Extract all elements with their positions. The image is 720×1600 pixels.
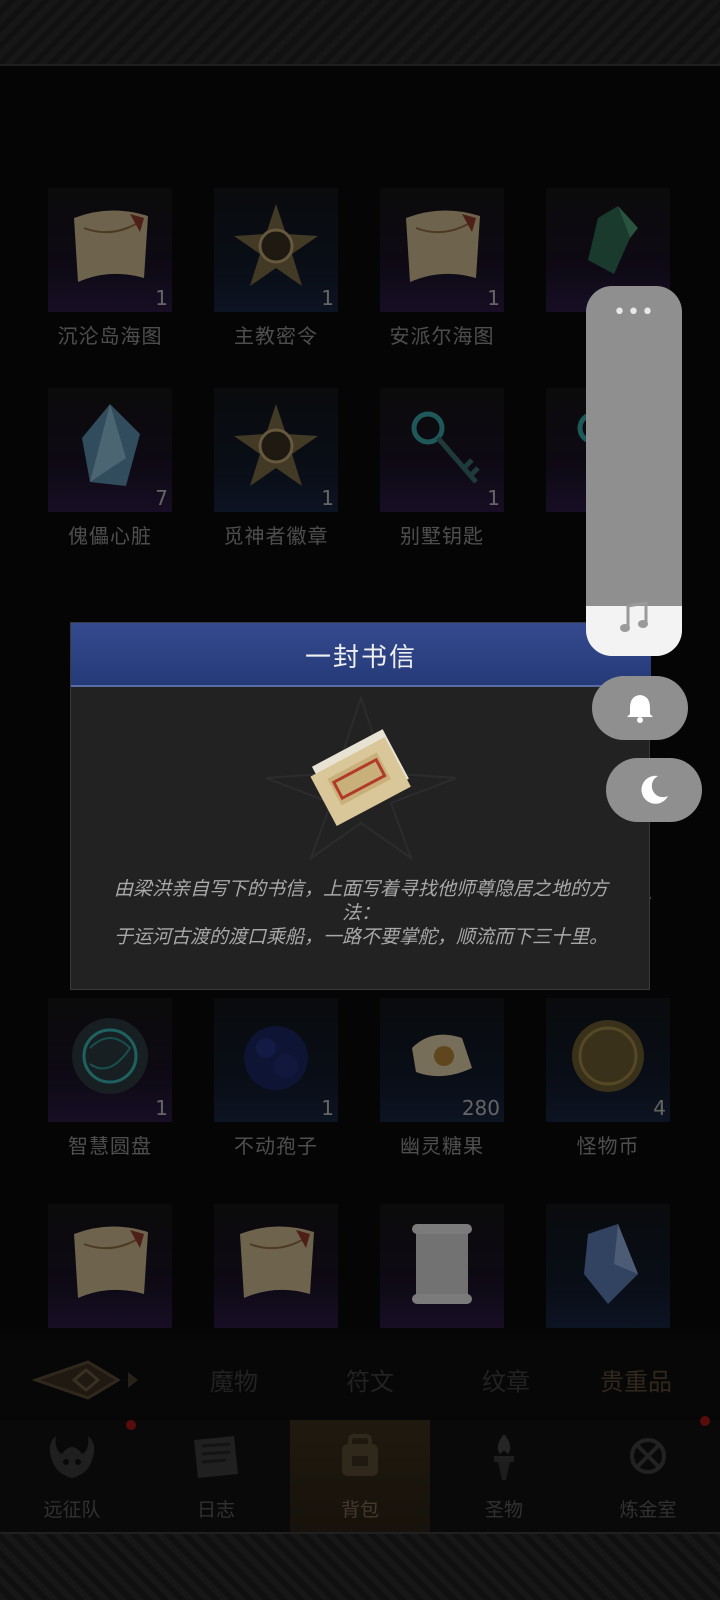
description-line-1: 由梁洪亲自写下的书信，上面写着寻找他师尊隐居之地的方法： bbox=[113, 878, 608, 924]
nav-alchemy[interactable]: 炼金室 bbox=[578, 1416, 718, 1532]
crystal-blue-icon bbox=[82, 404, 140, 486]
item-name: 别墅钥匙 bbox=[400, 524, 484, 548]
description-line-2: 于运河古渡的渡口乘船，一路不要掌舵，顺流而下三十里。 bbox=[113, 926, 608, 948]
item-count: 1 bbox=[321, 1096, 334, 1120]
item-name: 幽灵糖果 bbox=[400, 1134, 484, 1158]
item-count: 1 bbox=[155, 1096, 168, 1120]
item-name: 傀儡心脏 bbox=[68, 524, 152, 548]
item-count: 1 bbox=[487, 486, 500, 510]
category-arrow-icon[interactable] bbox=[0, 1352, 140, 1408]
disc-icon bbox=[72, 1018, 148, 1094]
item-detail-dialog: 一封书信 由梁洪亲自写下的书信，上面写着寻找他师尊隐居之地的方法： 于运河古渡的… bbox=[70, 622, 651, 990]
item-name: 智慧圆盘 bbox=[68, 1134, 152, 1158]
bottom-ornament-bar bbox=[0, 1532, 720, 1600]
item-name: 觅神者徽章 bbox=[223, 524, 329, 548]
inventory-slot[interactable]: 1 bbox=[214, 998, 338, 1122]
music-note-icon[interactable] bbox=[618, 600, 652, 634]
inventory-slot[interactable]: 1 bbox=[380, 388, 504, 512]
star-icon bbox=[234, 204, 318, 286]
inventory-slot[interactable]: 1 bbox=[214, 188, 338, 312]
more-options-icon[interactable]: ••• bbox=[586, 300, 682, 325]
notification-dot bbox=[700, 1416, 710, 1426]
nav-journal[interactable]: 日志 bbox=[146, 1420, 286, 1532]
item-count: 1 bbox=[155, 286, 168, 310]
floating-volume-panel[interactable]: ••• bbox=[586, 286, 682, 656]
item-count: 280 bbox=[461, 1096, 500, 1120]
item-name: 沉沦岛海图 bbox=[57, 324, 163, 348]
dialog-title: 一封书信 bbox=[304, 643, 417, 673]
letter-icon bbox=[310, 729, 411, 827]
map-icon bbox=[240, 1226, 314, 1298]
category-tabs: 魔物 符文 纹章 贵重品 bbox=[0, 1340, 720, 1416]
tab-monster[interactable]: 魔物 bbox=[210, 1362, 258, 1397]
viking-helmet-icon bbox=[49, 1436, 95, 1478]
nav-expedition[interactable]: 远征队 bbox=[2, 1420, 142, 1532]
inventory-slot[interactable] bbox=[380, 1204, 504, 1328]
inventory-slot[interactable] bbox=[546, 1204, 670, 1328]
item-name: 安派尔海图 bbox=[389, 324, 495, 348]
inventory-slot[interactable] bbox=[214, 1204, 338, 1328]
dialog-header: 一封书信 bbox=[71, 623, 651, 687]
item-name: 主教密令 bbox=[234, 324, 318, 348]
spore-icon bbox=[244, 1026, 308, 1090]
scroll-icon bbox=[412, 1224, 472, 1304]
tab-valuables[interactable]: 贵重品 bbox=[600, 1362, 672, 1397]
nav-relics[interactable]: 圣物 bbox=[434, 1420, 574, 1532]
item-count: 4 bbox=[653, 1096, 666, 1120]
inventory-slot[interactable]: 7 bbox=[48, 388, 172, 512]
nav-backpack[interactable]: 背包 bbox=[290, 1420, 430, 1532]
inventory-slot[interactable]: 1 bbox=[48, 998, 172, 1122]
tab-crest[interactable]: 纹章 bbox=[482, 1362, 530, 1397]
inventory-slot[interactable]: 1 bbox=[380, 188, 504, 312]
backpack-icon bbox=[342, 1434, 378, 1476]
inventory-slot[interactable]: 280 bbox=[380, 998, 504, 1122]
coin-icon bbox=[572, 1020, 644, 1092]
item-name: 不动孢子 bbox=[234, 1134, 318, 1158]
item-count: 7 bbox=[155, 486, 168, 510]
moon-icon bbox=[641, 775, 668, 804]
dark-mode-button[interactable] bbox=[606, 758, 702, 822]
map-icon bbox=[406, 210, 480, 282]
notification-dot bbox=[126, 1420, 136, 1430]
item-description: 由梁洪亲自写下的书信，上面写着寻找他师尊隐居之地的方法： 于运河古渡的渡口乘船，… bbox=[107, 877, 615, 949]
bell-icon bbox=[627, 695, 653, 723]
star-icon bbox=[234, 404, 318, 486]
inventory-slot[interactable]: 1 bbox=[48, 188, 172, 312]
key-icon bbox=[411, 411, 480, 484]
item-name: 怪物币 bbox=[576, 1134, 640, 1158]
candy-icon bbox=[412, 1034, 472, 1077]
inventory-slot[interactable]: 4 bbox=[546, 998, 670, 1122]
item-count: 1 bbox=[321, 486, 334, 510]
shard-icon bbox=[584, 1224, 638, 1304]
tab-rune[interactable]: 符文 bbox=[346, 1362, 394, 1397]
inventory-slot[interactable]: 1 bbox=[214, 388, 338, 512]
map-icon bbox=[74, 210, 148, 282]
crystal-green-icon bbox=[588, 206, 638, 274]
journal-icon bbox=[194, 1436, 238, 1478]
alchemy-icon bbox=[630, 1438, 666, 1474]
top-ornament-bar bbox=[0, 0, 720, 66]
map-icon bbox=[74, 1226, 148, 1298]
notification-button[interactable] bbox=[592, 676, 688, 740]
inventory-slot[interactable] bbox=[48, 1204, 172, 1328]
torch-icon bbox=[494, 1434, 514, 1480]
bottom-navigation: 远征队 日志 背包 圣物 炼金室 bbox=[0, 1416, 720, 1532]
item-count: 1 bbox=[487, 286, 500, 310]
item-count: 1 bbox=[321, 286, 334, 310]
